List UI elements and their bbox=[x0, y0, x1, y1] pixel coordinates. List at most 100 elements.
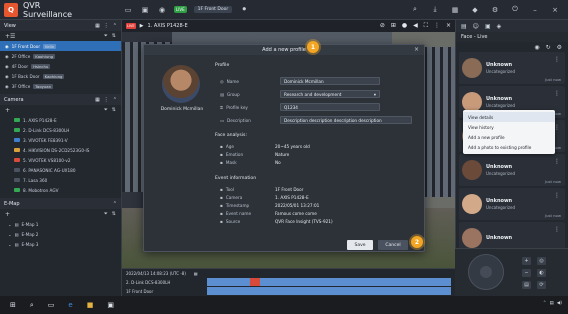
ptz-center-button[interactable] bbox=[480, 266, 492, 278]
record-icon[interactable]: ● bbox=[402, 22, 407, 30]
zoom-in-button[interactable]: + bbox=[522, 257, 531, 265]
more-icon[interactable]: ⋮ bbox=[554, 192, 560, 199]
view-item[interactable]: ◉ 2F Office Kaohiung bbox=[0, 51, 121, 61]
camera-item[interactable]: 8. Mobotron AGV bbox=[0, 185, 121, 195]
view-item[interactable]: ◉ 1F Back Door Kaohiung bbox=[0, 71, 121, 81]
monitor-icon[interactable]: ▭ bbox=[123, 5, 133, 14]
profile-photo[interactable] bbox=[162, 65, 200, 103]
grid-icon[interactable]: ▦ bbox=[95, 23, 100, 29]
collapse-icon[interactable]: ⌃ bbox=[113, 201, 117, 207]
settings-icon[interactable]: ⚙ bbox=[557, 44, 562, 51]
windows-start-icon[interactable]: ⊞ bbox=[10, 301, 16, 309]
view-item[interactable]: ◉ 4F Door Hsinchu bbox=[0, 61, 121, 71]
fullscreen-icon[interactable]: ⛶ bbox=[424, 22, 428, 30]
filter-icon[interactable]: ⏷ bbox=[104, 33, 108, 39]
face-card[interactable]: UnknownUncategorized ⋮ Just now bbox=[459, 188, 565, 220]
camera-icon[interactable]: ◉ bbox=[157, 5, 167, 14]
view-item[interactable]: ◉ 1F Front Door Kelin bbox=[0, 41, 121, 51]
folder-icon[interactable]: ■ bbox=[87, 301, 94, 309]
track-bar[interactable] bbox=[207, 278, 451, 286]
zoom-icon[interactable]: ⊞ bbox=[391, 22, 396, 30]
close-icon[interactable]: × bbox=[550, 5, 560, 14]
profile-input[interactable]: Dominick Mcmillan bbox=[280, 77, 380, 85]
calendar-icon[interactable]: ▦ bbox=[194, 271, 198, 276]
add-icon[interactable]: + bbox=[5, 107, 10, 114]
collapse-icon[interactable]: ⌃ bbox=[113, 97, 117, 103]
qvr-taskbar-icon[interactable]: ▣ bbox=[107, 301, 114, 309]
camera-item[interactable]: 5. VIVOTEK VS8100-v2 bbox=[0, 155, 121, 165]
audio-icon[interactable]: ◀ bbox=[413, 22, 418, 30]
view-item[interactable]: ◉ 3F Office Taoyuan bbox=[0, 81, 121, 91]
event-marker[interactable] bbox=[250, 278, 260, 286]
zoom-out-button[interactable]: − bbox=[522, 269, 531, 277]
face-card[interactable]: UnknownUncategorized ⋮ Just now bbox=[459, 154, 565, 186]
list-icon[interactable]: ☰ bbox=[10, 33, 15, 40]
record-icon[interactable]: ⏺ bbox=[239, 5, 249, 14]
power-icon[interactable]: ⏻ bbox=[510, 5, 520, 14]
bookmark-icon[interactable]: ▤ bbox=[461, 23, 467, 30]
camera-item[interactable]: 3. VIVOTEK FE8391-V bbox=[0, 135, 121, 145]
track-bar[interactable] bbox=[207, 287, 451, 295]
more-icon[interactable]: ⋮ bbox=[104, 23, 109, 29]
more-icon[interactable]: ⋮ bbox=[554, 226, 560, 233]
close-icon[interactable]: × bbox=[414, 46, 419, 53]
search-icon[interactable]: ⌕ bbox=[30, 301, 34, 310]
layout-icon[interactable]: ▦ bbox=[450, 5, 460, 14]
refresh-icon[interactable]: ↻ bbox=[546, 44, 551, 51]
filter-icon[interactable]: ⏷ bbox=[104, 107, 108, 113]
more-icon[interactable]: ⋮ bbox=[554, 56, 560, 63]
browser-icon[interactable]: e bbox=[68, 301, 72, 309]
snapshot-icon[interactable]: ⊘ bbox=[380, 22, 385, 30]
group-select[interactable]: Research and development ▾ bbox=[280, 90, 380, 98]
timeline[interactable]: 2022/04/13 14:08:23 (UTC -8) ▦ 2. D-Link… bbox=[122, 268, 455, 296]
collapse-icon[interactable]: ⌃ bbox=[113, 23, 117, 29]
cancel-button[interactable]: Cancel bbox=[378, 240, 408, 250]
emap-item[interactable]: ⌄ ▤ E-Map 2 bbox=[0, 229, 121, 239]
alert-icon[interactable]: ◆ bbox=[470, 5, 480, 14]
face-icon[interactable]: ☺ bbox=[473, 23, 479, 30]
preset-button[interactable]: ▤ bbox=[522, 281, 531, 289]
eye-icon[interactable]: ◉ bbox=[534, 44, 539, 51]
task-view-icon[interactable]: ▭ bbox=[48, 301, 55, 309]
display-icon[interactable]: ▣ bbox=[140, 5, 150, 14]
more-icon[interactable]: ⋮ bbox=[434, 22, 440, 30]
gear-icon[interactable]: ⚙ bbox=[490, 5, 500, 14]
camera-item[interactable]: 1. AXIS P1428-E bbox=[0, 115, 121, 125]
camera-item[interactable]: 7. Lasa 360 bbox=[0, 175, 121, 185]
focus-button[interactable]: ◎ bbox=[537, 257, 546, 265]
filter-icon[interactable]: ⏷ bbox=[104, 211, 108, 217]
save-button[interactable]: Save bbox=[347, 240, 373, 250]
more-icon[interactable]: ⋮ bbox=[554, 158, 560, 165]
context-menu-item[interactable]: View history bbox=[463, 122, 555, 132]
close-icon[interactable]: × bbox=[446, 22, 451, 30]
sort-icon[interactable]: ⇅ bbox=[112, 33, 116, 39]
patrol-button[interactable]: ⟳ bbox=[537, 281, 546, 289]
sort-icon[interactable]: ⇅ bbox=[112, 211, 116, 217]
camera-item[interactable]: 6. PANASONIC AG-UX180 bbox=[0, 165, 121, 175]
front-door-chip[interactable]: 1F Front Door bbox=[193, 6, 233, 13]
context-menu-item[interactable]: Add a photo to existing profile bbox=[463, 142, 555, 152]
context-menu-item[interactable]: Add a new profile bbox=[463, 132, 555, 142]
emap-item[interactable]: ⌄ ▤ E-Map 1 bbox=[0, 219, 121, 229]
grid-icon[interactable]: ▦ bbox=[95, 97, 100, 103]
context-menu-item[interactable]: View details bbox=[463, 112, 555, 122]
camera-item[interactable]: 4. HIKVISION DS-2CD2523G0-IS bbox=[0, 145, 121, 155]
alert-icon[interactable]: ◈ bbox=[497, 23, 502, 30]
tray-chevron-icon[interactable]: ⌃ bbox=[543, 301, 547, 306]
download-icon[interactable]: ⤓ bbox=[430, 5, 440, 14]
more-icon[interactable]: ⋮ bbox=[554, 90, 560, 97]
minimize-icon[interactable]: – bbox=[530, 5, 540, 14]
network-icon[interactable]: ▤ bbox=[550, 301, 554, 306]
search-icon[interactable]: ⌕ bbox=[410, 5, 420, 14]
add-icon[interactable]: + bbox=[5, 211, 10, 218]
profile-input[interactable]: Description description description desc… bbox=[280, 116, 412, 124]
iris-button[interactable]: ◐ bbox=[537, 269, 546, 277]
face-card[interactable]: UnknownUncategorized ⋮ Just now bbox=[459, 52, 565, 84]
sort-icon[interactable]: ⇅ bbox=[112, 107, 116, 113]
profile-input[interactable]: Q1234 bbox=[280, 103, 380, 111]
emap-item[interactable]: ⌄ ▤ E-Map 3 bbox=[0, 239, 121, 249]
camera-item[interactable]: 2. D-Link DCS-8300LH bbox=[0, 125, 121, 135]
more-icon[interactable]: ⋮ bbox=[104, 97, 109, 103]
car-icon[interactable]: ▣ bbox=[485, 23, 491, 30]
volume-icon[interactable]: ◀) bbox=[557, 301, 562, 306]
